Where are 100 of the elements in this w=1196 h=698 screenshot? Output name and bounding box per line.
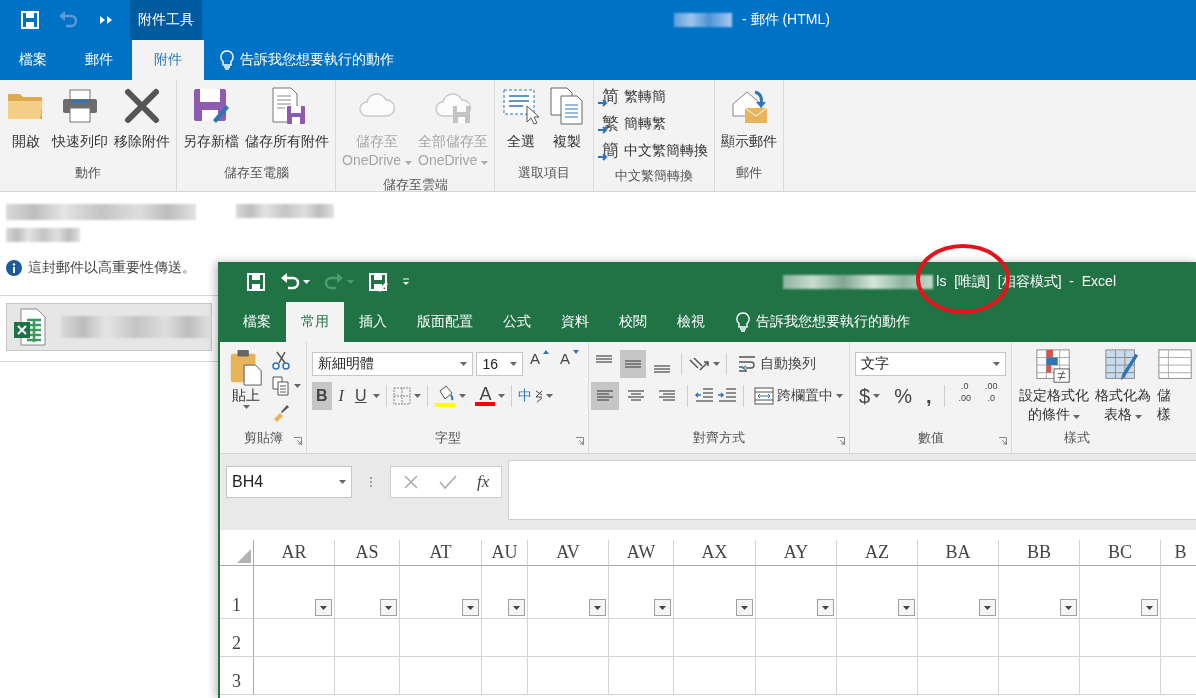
fill-color-button[interactable] <box>434 385 467 407</box>
number-format-field[interactable]: 文字 <box>855 352 1006 376</box>
ribbon-tab[interactable]: 校閱 <box>604 302 662 342</box>
table-cell[interactable] <box>335 566 400 619</box>
dialog-launcher-icon[interactable] <box>999 437 1007 445</box>
cell-styles-button[interactable]: 儲 樣 <box>1155 348 1196 424</box>
undo-button[interactable] <box>280 272 310 292</box>
column-header[interactable]: AW <box>609 540 674 566</box>
ribbon-button[interactable]: 全選 <box>499 84 544 153</box>
ribbon-button[interactable]: 簡 中文繁簡轉換 <box>598 138 711 163</box>
table-cell[interactable] <box>400 657 482 695</box>
table-cell[interactable] <box>756 619 837 657</box>
customize-icon[interactable] <box>402 278 410 286</box>
ribbon-button[interactable]: 複製 <box>545 84 590 153</box>
column-header[interactable]: BC <box>1080 540 1161 566</box>
row-header[interactable]: 2 <box>220 619 254 657</box>
table-cell[interactable] <box>528 566 609 619</box>
table-cell[interactable] <box>400 566 482 619</box>
ribbon-tab[interactable]: 資料 <box>546 302 604 342</box>
row-header[interactable]: 1 <box>220 566 254 619</box>
table-cell[interactable] <box>674 566 756 619</box>
ribbon-button[interactable]: 简 繁轉簡 <box>598 84 669 109</box>
phonetic-button[interactable]: 中 <box>518 387 554 405</box>
grow-font-button[interactable]: A <box>525 350 553 378</box>
table-cell[interactable] <box>482 566 528 619</box>
tell-me-field[interactable]: 告訴我您想要執行的動作 <box>756 313 910 331</box>
filter-dropdown-button[interactable] <box>462 599 479 616</box>
column-header[interactable]: AS <box>335 540 400 566</box>
column-header[interactable]: AY <box>756 540 837 566</box>
table-cell[interactable] <box>756 566 837 619</box>
filter-dropdown-button[interactable] <box>817 599 834 616</box>
save-button[interactable] <box>246 272 266 292</box>
paste-button[interactable]: 貼上 <box>225 348 267 422</box>
format-as-table-button[interactable]: 格式化為 表格 <box>1093 348 1153 424</box>
ribbon-tab[interactable]: 檢視 <box>662 302 720 342</box>
table-cell[interactable] <box>674 619 756 657</box>
ribbon-button[interactable]: 繁 簡轉繁 <box>598 111 669 136</box>
table-cell[interactable] <box>335 657 400 695</box>
table-cell[interactable] <box>609 619 674 657</box>
ribbon-tab[interactable]: 附件 <box>132 40 204 80</box>
column-header[interactable]: AX <box>674 540 756 566</box>
shrink-font-button[interactable]: A <box>556 350 583 378</box>
table-cell[interactable] <box>528 657 609 695</box>
column-header[interactable]: BB <box>999 540 1080 566</box>
ribbon-button[interactable]: 快速列印 <box>50 84 110 153</box>
table-cell[interactable] <box>1080 657 1161 695</box>
filter-dropdown-button[interactable] <box>898 599 915 616</box>
filter-dropdown-button[interactable] <box>508 599 525 616</box>
dialog-launcher-icon[interactable] <box>576 437 584 445</box>
increase-decimal-button[interactable]: .0 .00 <box>954 382 975 410</box>
table-cell[interactable] <box>482 657 528 695</box>
ribbon-button[interactable]: 顯示郵件 <box>719 84 780 153</box>
merge-center-button[interactable]: 跨欄置中 <box>750 382 847 410</box>
table-cell[interactable] <box>400 619 482 657</box>
table-cell[interactable] <box>999 619 1080 657</box>
underline-button[interactable]: U <box>350 382 371 410</box>
name-box[interactable]: BH4 <box>226 466 352 498</box>
floppy-pencil-button[interactable] <box>368 272 388 292</box>
decrease-decimal-button[interactable]: .00 .0 <box>981 382 1002 410</box>
save-icon[interactable] <box>20 10 40 30</box>
checkmark-icon[interactable] <box>439 474 457 490</box>
filter-dropdown-button[interactable] <box>1060 599 1077 616</box>
table-cell[interactable] <box>254 619 335 657</box>
dialog-launcher-icon[interactable] <box>837 437 845 445</box>
filter-dropdown-button[interactable] <box>979 599 996 616</box>
column-header[interactable]: AT <box>400 540 482 566</box>
column-header[interactable]: AZ <box>837 540 918 566</box>
table-cell[interactable] <box>482 619 528 657</box>
column-header[interactable]: AU <box>482 540 528 566</box>
ribbon-button[interactable]: 移除附件 <box>112 84 172 153</box>
row-header[interactable]: 3 <box>220 657 254 695</box>
table-cell[interactable] <box>674 657 756 695</box>
table-cell[interactable] <box>999 657 1080 695</box>
filter-dropdown-button[interactable] <box>1141 599 1158 616</box>
insert-function-button[interactable]: fx <box>477 472 490 492</box>
filter-dropdown-button[interactable] <box>736 599 753 616</box>
filter-dropdown-button[interactable] <box>589 599 606 616</box>
table-cell[interactable] <box>999 566 1080 619</box>
ribbon-tab[interactable]: 郵件 <box>66 40 132 80</box>
filter-dropdown-button[interactable] <box>315 599 332 616</box>
ribbon-button[interactable]: 儲存所有附件 <box>243 84 331 153</box>
ribbon-tab[interactable]: 檔案 <box>0 40 66 80</box>
table-cell[interactable] <box>918 619 999 657</box>
table-cell[interactable] <box>609 657 674 695</box>
borders-button[interactable] <box>393 387 422 405</box>
copy-button[interactable] <box>271 376 301 396</box>
bold-button[interactable]: B <box>312 382 332 410</box>
table-cell[interactable] <box>254 566 335 619</box>
filter-dropdown-button[interactable] <box>380 599 397 616</box>
table-cell[interactable] <box>1080 566 1161 619</box>
table-cell[interactable] <box>918 657 999 695</box>
ribbon-button[interactable]: 另存新檔 <box>181 84 241 153</box>
formula-input[interactable] <box>508 460 1196 520</box>
font-size-field[interactable]: 16 <box>476 352 523 376</box>
tell-me-field[interactable]: 告訴我您想要執行的動作 <box>240 51 394 69</box>
table-cell[interactable] <box>609 566 674 619</box>
filter-dropdown-button[interactable] <box>654 599 671 616</box>
dialog-launcher-icon[interactable] <box>294 437 302 445</box>
italic-button[interactable]: I <box>334 382 348 410</box>
currency-button[interactable]: $ <box>855 382 885 410</box>
